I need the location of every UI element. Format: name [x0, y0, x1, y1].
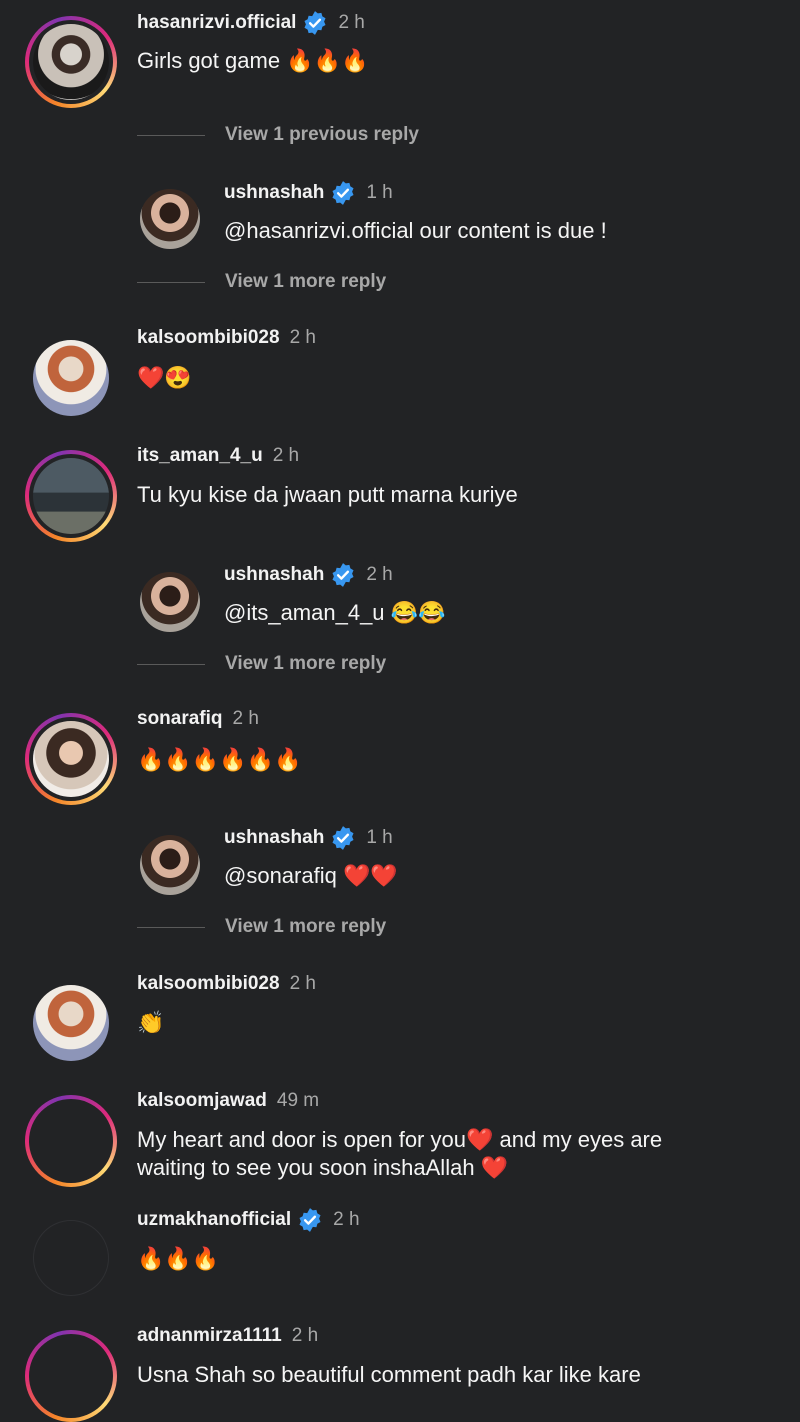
view-replies-label: View 1 more reply: [225, 916, 387, 937]
avatar[interactable]: [25, 713, 117, 805]
comment-time: 2 h: [232, 708, 259, 729]
avatar[interactable]: [140, 835, 200, 895]
comment-time: 2 h: [289, 327, 316, 348]
comment-text: Usna Shah so beautiful comment padh kar …: [137, 1362, 641, 1387]
comment-username[interactable]: ushnashah: [224, 182, 324, 204]
verified-badge-icon: [332, 181, 354, 205]
avatar[interactable]: [140, 189, 200, 249]
comment-username[interactable]: its_aman_4_u: [137, 445, 263, 467]
avatar[interactable]: [25, 1330, 117, 1422]
comment-username[interactable]: kalsoomjawad: [137, 1090, 267, 1112]
divider: [137, 134, 205, 136]
comment-text: 🔥🔥🔥: [137, 1246, 220, 1271]
comment-text: 🔥🔥🔥🔥🔥🔥: [137, 747, 302, 772]
comment-text: @hasanrizvi.official our content is due …: [224, 218, 607, 243]
comment-text-line2: waiting to see you soon inshaAllah ❤️: [137, 1155, 509, 1180]
comment-time: 2 h: [333, 1209, 360, 1230]
comment-text-line1: My heart and door is open for you❤️ and …: [137, 1127, 663, 1152]
avatar[interactable]: [33, 1220, 109, 1296]
verified-badge-icon: [304, 11, 326, 35]
comment-username[interactable]: sonarafiq: [137, 708, 223, 730]
view-replies-button[interactable]: View 1 more reply: [137, 271, 386, 293]
avatar[interactable]: [25, 16, 117, 108]
comment-username[interactable]: kalsoombibi028: [137, 327, 280, 349]
avatar[interactable]: [33, 340, 109, 416]
view-replies-label: View 1 previous reply: [225, 124, 419, 145]
comment-username[interactable]: kalsoombibi028: [137, 973, 280, 995]
divider: [137, 281, 205, 283]
divider: [137, 663, 205, 665]
view-replies-label: View 1 more reply: [225, 653, 387, 674]
verified-badge-icon: [332, 563, 354, 587]
comment-text: Girls got game 🔥🔥🔥: [137, 48, 369, 73]
verified-badge-icon: [332, 826, 354, 850]
comment-time: 2 h: [291, 1325, 319, 1346]
avatar[interactable]: [25, 1095, 117, 1187]
verified-badge-icon: [299, 1208, 321, 1232]
comment-text: 👏: [137, 1010, 165, 1035]
comment-time: 1 h: [366, 182, 393, 203]
comment-text: @sonarafiq ❤️❤️: [224, 863, 398, 888]
comment-username[interactable]: uzmakhanofficial: [137, 1209, 291, 1231]
comment-text: ❤️😍: [137, 365, 192, 390]
comment-time: 2 h: [338, 12, 365, 33]
comment-text: Tu kyu kise da jwaan putt marna kuriye: [137, 482, 518, 507]
view-replies-button[interactable]: View 1 previous reply: [137, 124, 419, 146]
comment-username[interactable]: adnanmirza1111: [137, 1325, 282, 1347]
comment-time: 49 m: [276, 1090, 320, 1111]
comment-username[interactable]: ushnashah: [224, 564, 324, 586]
view-replies-label: View 1 more reply: [225, 271, 387, 292]
comment-username[interactable]: ushnashah: [224, 827, 324, 849]
comment-time: 2 h: [289, 973, 316, 994]
divider: [137, 926, 205, 928]
avatar[interactable]: [33, 985, 109, 1061]
comment-time: 1 h: [366, 827, 393, 848]
avatar[interactable]: [25, 450, 117, 542]
comment-username[interactable]: hasanrizvi.official: [137, 12, 296, 34]
comment-time: 2 h: [366, 564, 393, 585]
comment-text: @its_aman_4_u 😂😂: [224, 600, 446, 625]
comment-time: 2 h: [272, 445, 300, 466]
avatar[interactable]: [140, 572, 200, 632]
view-replies-button[interactable]: View 1 more reply: [137, 653, 386, 675]
view-replies-button[interactable]: View 1 more reply: [137, 916, 386, 938]
